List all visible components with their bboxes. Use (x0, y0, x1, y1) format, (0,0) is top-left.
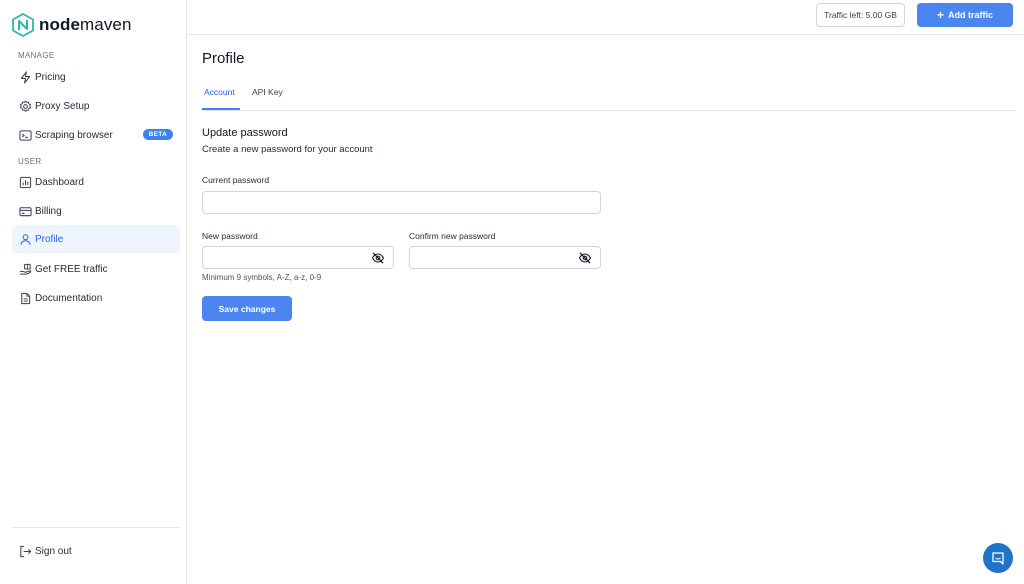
new-password-label: New password (202, 231, 258, 241)
confirm-password-label: Confirm new password (409, 231, 496, 241)
bar-chart-icon (19, 176, 32, 189)
password-hint: Minimum 9 symbols, A-Z, a-z, 0-9 (202, 273, 322, 282)
plus-icon: + (936, 8, 944, 22)
section-title: Update password (202, 127, 288, 139)
terminal-icon (19, 129, 32, 142)
add-traffic-button[interactable]: + Add traffic (917, 3, 1013, 27)
add-traffic-label: Add traffic (948, 10, 993, 20)
save-changes-button[interactable]: Save changes (202, 296, 292, 321)
tabs-divider (202, 110, 1016, 111)
sidebar-divider (12, 527, 180, 528)
current-password-label: Current password (202, 175, 270, 185)
sidebar-item-label: Dashboard (35, 176, 84, 188)
sidebar-item-label: Documentation (35, 292, 103, 304)
user-icon (19, 233, 32, 246)
eye-off-icon[interactable] (371, 251, 385, 265)
tab-account[interactable]: Account (204, 87, 235, 97)
sidebar-item-label: Scraping browser (35, 129, 113, 141)
sign-out-icon (19, 545, 32, 558)
page-title: Profile (202, 50, 245, 67)
sidebar-item-label: Billing (35, 205, 62, 217)
top-bar: Traffic left: 5.00 GB + Add traffic (187, 0, 1024, 35)
brand-name: nodemaven (39, 15, 132, 34)
traffic-left-badge: Traffic left: 5.00 GB (816, 3, 905, 27)
sidebar-item-get-free-traffic[interactable]: Get FREE traffic (12, 255, 180, 283)
document-icon (19, 292, 32, 305)
brand-logo[interactable]: nodemaven (12, 13, 132, 37)
sign-out-button[interactable]: Sign out (12, 537, 180, 565)
nodemaven-logo-icon (12, 13, 34, 37)
sidebar-item-pricing[interactable]: Pricing (12, 63, 180, 91)
gift-hand-icon (19, 263, 32, 276)
credit-card-icon (19, 205, 32, 218)
sidebar: nodemaven MANAGE Pricing Proxy Setup Scr… (0, 0, 187, 584)
sidebar-item-profile[interactable]: Profile (12, 225, 180, 253)
section-label-manage: MANAGE (18, 51, 55, 60)
beta-badge: BETA (142, 129, 173, 140)
eye-off-icon[interactable] (578, 251, 592, 265)
sidebar-item-label: Pricing (35, 71, 66, 83)
new-password-input[interactable] (202, 246, 394, 269)
sidebar-item-label: Get FREE traffic (35, 263, 108, 275)
sidebar-item-proxy-setup[interactable]: Proxy Setup (12, 92, 180, 120)
lightning-icon (19, 70, 32, 84)
section-label-user: USER (18, 157, 42, 166)
chat-widget-button[interactable] (983, 543, 1013, 573)
sign-out-label: Sign out (35, 545, 72, 557)
tab-api-key[interactable]: API Key (252, 87, 283, 97)
sidebar-item-label: Proxy Setup (35, 100, 90, 112)
sidebar-item-documentation[interactable]: Documentation (12, 284, 180, 312)
sidebar-item-scraping-browser[interactable]: Scraping browser BETA (12, 121, 180, 149)
chat-icon (992, 552, 1004, 565)
current-password-input[interactable] (202, 191, 601, 214)
sidebar-item-billing[interactable]: Billing (12, 197, 180, 225)
sidebar-item-label: Profile (35, 233, 64, 245)
sidebar-item-dashboard[interactable]: Dashboard (12, 168, 180, 196)
section-subtitle: Create a new password for your account (202, 144, 373, 155)
gear-icon (19, 100, 32, 113)
confirm-password-input[interactable] (409, 246, 601, 269)
